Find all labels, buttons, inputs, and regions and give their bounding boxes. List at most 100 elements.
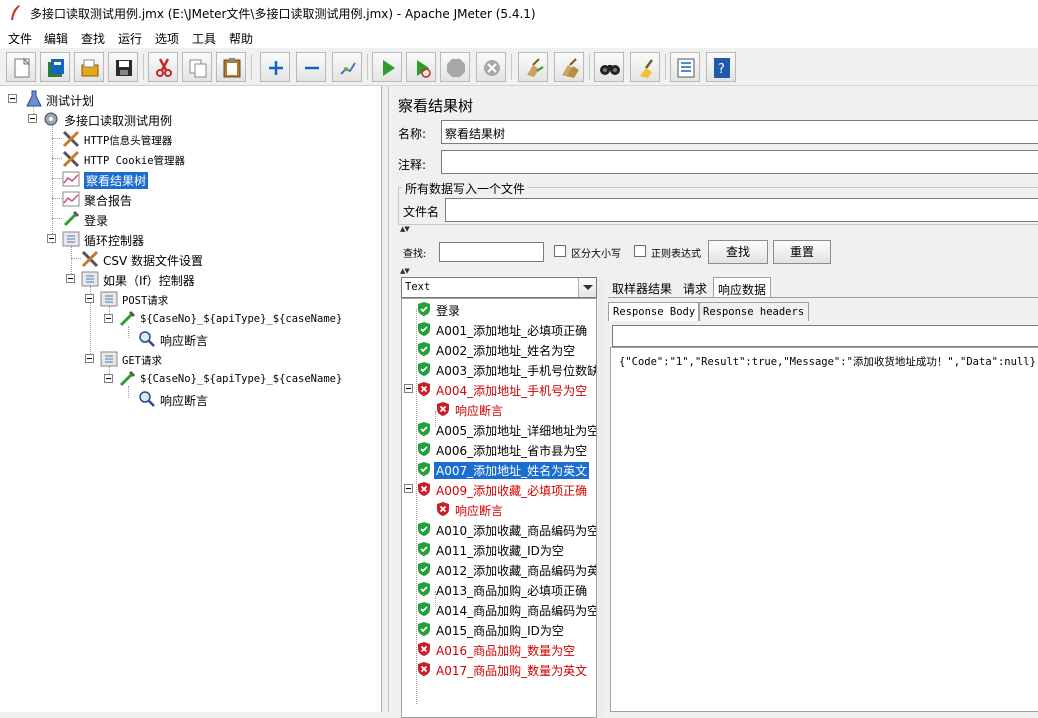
graph-listener-icon [62, 171, 80, 187]
start-no-pause-button[interactable] [406, 52, 436, 82]
tree-node-get-sampler[interactable]: ${CaseNo}_${apiType}_${caseName} [104, 370, 364, 388]
tree-line [52, 124, 53, 244]
response-body-area[interactable]: {"Code":"1","Result":true,"Message":"添加收… [610, 347, 1038, 712]
cut-icon [156, 58, 172, 77]
clear-button[interactable] [518, 52, 548, 82]
tree-node-aggregate-report[interactable]: 聚合报告 [62, 190, 262, 208]
split-arrows-icon[interactable]: ▲▼ [400, 225, 410, 233]
tab-request[interactable]: 请求 [679, 277, 711, 297]
menu-options[interactable]: 选项 [155, 30, 179, 47]
search-button[interactable] [594, 52, 624, 82]
results-list[interactable]: 登录 A001_添加地址_必填项正确 A002_添加地址_姓名为空 A003_添… [401, 298, 597, 718]
tree-node-get-controller[interactable]: GET请求 [85, 350, 285, 368]
copy-icon [189, 59, 207, 78]
new-icon [14, 57, 31, 78]
broom-icon [640, 59, 653, 78]
tree-label: 多接口读取测试用例 [64, 114, 173, 128]
renderer-select[interactable]: Text [401, 277, 597, 298]
regex-checkbox[interactable] [634, 245, 646, 257]
comment-input[interactable] [441, 150, 1038, 174]
help-button[interactable]: ? [706, 52, 736, 82]
fail-shield-icon [418, 382, 430, 396]
tree-splitter[interactable] [383, 86, 389, 712]
tab-response-body[interactable]: Response Body [608, 302, 701, 321]
collapse-toggle[interactable] [85, 354, 94, 363]
tab-response-headers[interactable]: Response headers [698, 302, 810, 321]
result-label: A012_添加收藏_商品编码为英 [436, 564, 597, 578]
tab-underline [608, 297, 1038, 298]
tab-response-data[interactable]: 响应数据 [713, 277, 772, 297]
collapse-toggle[interactable] [104, 314, 113, 323]
search-reset-button[interactable]: 重置 [773, 240, 831, 264]
fail-shield-icon [437, 402, 449, 416]
collapse-toggle[interactable] [28, 114, 37, 123]
tree-node-post-assertion[interactable]: 响应断言 [138, 330, 338, 348]
list-icon [677, 58, 695, 78]
search-execute-button[interactable]: 查找 [708, 240, 768, 264]
tree-node-post-controller[interactable]: POST请求 [85, 290, 285, 308]
tree-node-result-tree[interactable]: 察看结果树 [62, 170, 262, 189]
tree-node-csv-config[interactable]: CSV 数据文件设置 [81, 250, 281, 268]
svg-text:?: ? [718, 62, 725, 77]
filename-input[interactable] [445, 198, 1038, 222]
collapse-toggle[interactable] [47, 234, 56, 243]
toggle-button[interactable] [332, 52, 362, 82]
open-button[interactable] [74, 52, 104, 82]
cut-button[interactable] [148, 52, 178, 82]
result-label: A010_添加收藏_商品编码为空 [436, 524, 597, 538]
stop-button[interactable] [440, 52, 470, 82]
menu-search[interactable]: 查找 [81, 30, 105, 47]
tab-sampler-result[interactable]: 取样器结果 [608, 277, 676, 297]
case-sensitive-checkbox[interactable] [554, 245, 566, 257]
collapse-toggle[interactable] [8, 94, 17, 103]
new-button[interactable] [6, 52, 36, 82]
collapse-toggle[interactable] [85, 294, 94, 303]
save-button[interactable] [108, 52, 138, 82]
tree-node-get-assertion[interactable]: 响应断言 [138, 390, 338, 408]
shutdown-icon [484, 60, 500, 76]
chevron-down-icon[interactable] [578, 278, 596, 297]
collapse-toggle[interactable] [404, 384, 413, 393]
regex-label: 正则表达式 [651, 249, 701, 260]
menu-file[interactable]: 文件 [8, 30, 32, 47]
collapse-toggle[interactable] [404, 484, 413, 493]
expand-all-button[interactable] [260, 52, 290, 82]
open-icon [81, 59, 99, 77]
clear-all-button[interactable] [554, 52, 584, 82]
name-input[interactable]: 察看结果树 [441, 120, 1038, 144]
templates-button[interactable] [40, 52, 70, 82]
toolbar-separator [511, 54, 512, 80]
results-splitter[interactable] [598, 277, 604, 717]
collapse-all-button[interactable] [296, 52, 326, 82]
response-search-input[interactable] [612, 325, 1038, 347]
wrench-screwdriver-icon [62, 150, 80, 168]
menu-tools[interactable]: 工具 [192, 30, 216, 47]
result-label: A013_商品加购_必填项正确 [436, 584, 588, 598]
collapse-toggle[interactable] [104, 374, 113, 383]
tree-line [52, 158, 62, 159]
function-helper-button[interactable] [670, 52, 700, 82]
tree-node-test-plan[interactable]: 测试计划 [8, 90, 208, 108]
collapse-toggle[interactable] [66, 274, 75, 283]
shutdown-button[interactable] [476, 52, 506, 82]
tree-node-loop-controller[interactable]: 循环控制器 [47, 230, 247, 248]
tree-label: HTTP Cookie管理器 [84, 155, 186, 167]
graph-listener-icon [62, 191, 80, 207]
menu-edit[interactable]: 编辑 [44, 30, 68, 47]
search-input[interactable] [439, 242, 544, 262]
tree-node-login[interactable]: 登录 [62, 210, 262, 228]
tree-node-post-sampler[interactable]: ${CaseNo}_${apiType}_${caseName} [104, 310, 364, 328]
tree-node-thread-group[interactable]: 多接口读取测试用例 [28, 110, 228, 128]
result-label: 登录 [436, 304, 461, 318]
split-arrows-icon[interactable]: ▲▼ [400, 267, 410, 275]
reset-search-button[interactable] [630, 52, 660, 82]
tree-node-if-controller[interactable]: 如果（If）控制器 [66, 270, 266, 288]
paste-button[interactable] [216, 52, 246, 82]
menu-run[interactable]: 运行 [118, 30, 142, 47]
start-button[interactable] [372, 52, 402, 82]
copy-button[interactable] [182, 52, 212, 82]
tree-node-cookie-manager[interactable]: HTTP Cookie管理器 [62, 150, 262, 168]
toolbar: ? [0, 48, 1038, 86]
menu-help[interactable]: 帮助 [229, 30, 253, 47]
tree-node-header-manager[interactable]: HTTP信息头管理器 [62, 130, 262, 148]
